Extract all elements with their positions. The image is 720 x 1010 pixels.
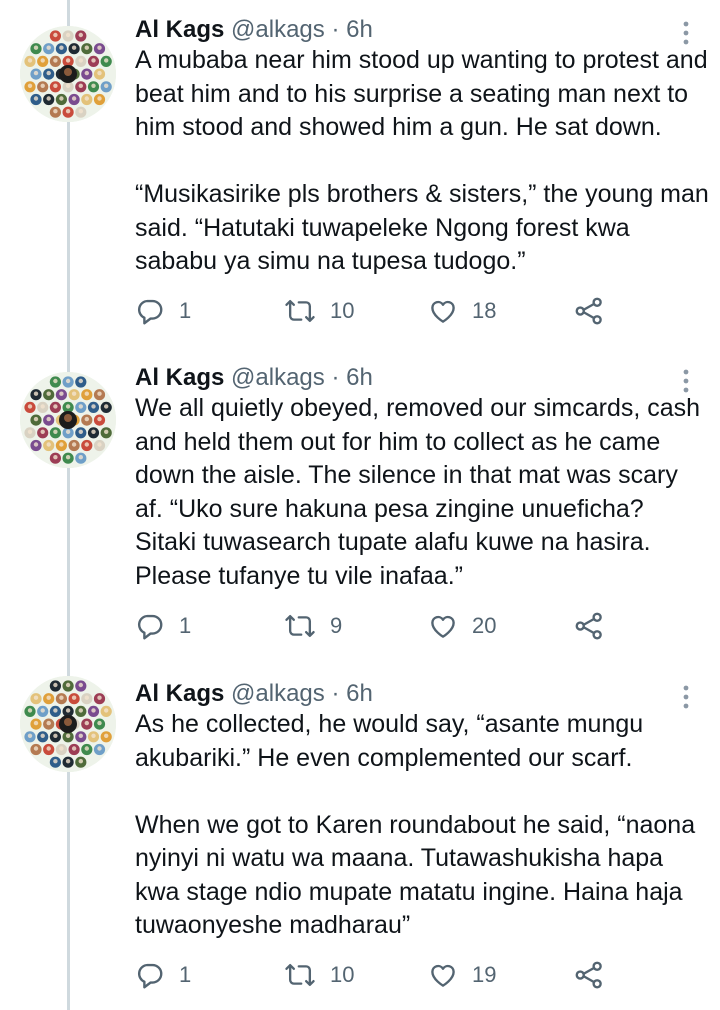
speech-bubble-icon	[135, 296, 165, 326]
author-name[interactable]: Al Kags	[135, 680, 224, 707]
separator-dot: ·	[331, 16, 340, 43]
tweet-paragraph: As he collected, he would say, “asante m…	[135, 710, 644, 772]
reply-button[interactable]: 1	[135, 958, 191, 992]
tweet-actions: 1 9 20	[0, 609, 720, 643]
tweet-actions: 1 10 19	[0, 958, 720, 992]
tweet-paragraph: We all quietly obeyed, removed our simca…	[135, 394, 701, 590]
like-button[interactable]: 18	[428, 294, 496, 328]
separator-dot: ·	[331, 680, 340, 707]
speech-bubble-icon	[135, 960, 165, 990]
reply-count: 1	[179, 962, 192, 987]
avatar[interactable]	[20, 26, 116, 122]
tweet-paragraph: When we got to Karen roundabout he said,…	[135, 810, 696, 940]
tweet-text: As he collected, he would say, “asante m…	[135, 708, 710, 943]
retweet-button[interactable]: 10	[284, 294, 354, 328]
heart-outline-icon	[428, 296, 458, 326]
share-button[interactable]	[574, 609, 604, 643]
retweet-arrows-icon	[284, 611, 316, 641]
author-handle[interactable]: @alkags	[231, 364, 325, 391]
reply-button[interactable]: 1	[135, 294, 191, 328]
timestamp[interactable]: 6h	[346, 364, 373, 391]
author-handle[interactable]: @alkags	[231, 680, 325, 707]
like-count: 18	[472, 298, 497, 323]
tweet-header: Al Kags @alkags · 6h	[135, 14, 373, 46]
retweet-count: 9	[330, 613, 343, 638]
heart-outline-icon	[428, 960, 458, 990]
tweet-header: Al Kags @alkags · 6h	[135, 678, 373, 710]
more-options-icon[interactable]	[676, 20, 696, 46]
more-options-icon[interactable]	[676, 684, 696, 710]
thread-connector-line	[67, 0, 70, 1010]
share-nodes-icon	[574, 296, 604, 326]
tweet-text: We all quietly obeyed, removed our simca…	[135, 392, 710, 593]
author-name[interactable]: Al Kags	[135, 364, 224, 391]
separator-dot: ·	[331, 364, 340, 391]
author-name[interactable]: Al Kags	[135, 16, 224, 43]
reply-button[interactable]: 1	[135, 609, 191, 643]
author-handle[interactable]: @alkags	[231, 16, 325, 43]
share-button[interactable]	[574, 294, 604, 328]
tweet-actions: 1 10 18	[0, 294, 720, 328]
retweet-count: 10	[330, 962, 355, 987]
like-count: 20	[472, 613, 497, 638]
timestamp[interactable]: 6h	[346, 680, 373, 707]
tweet-header: Al Kags @alkags · 6h	[135, 362, 373, 394]
retweet-button[interactable]: 10	[284, 958, 354, 992]
avatar[interactable]	[20, 676, 116, 772]
tweet-paragraph: “Musikasirike pls brothers & sisters,” t…	[135, 180, 709, 275]
more-options-icon[interactable]	[676, 368, 696, 394]
share-button[interactable]	[574, 958, 604, 992]
speech-bubble-icon	[135, 611, 165, 641]
retweet-button[interactable]: 9	[284, 609, 342, 643]
like-button[interactable]: 19	[428, 958, 496, 992]
avatar[interactable]	[20, 372, 116, 468]
timestamp[interactable]: 6h	[346, 16, 373, 43]
share-nodes-icon	[574, 611, 604, 641]
like-count: 19	[472, 962, 497, 987]
share-nodes-icon	[574, 960, 604, 990]
like-button[interactable]: 20	[428, 609, 496, 643]
tweet-paragraph: A mubaba near him stood up wanting to pr…	[135, 46, 708, 141]
tweet-text: A mubaba near him stood up wanting to pr…	[135, 44, 710, 279]
retweet-arrows-icon	[284, 960, 316, 990]
reply-count: 1	[179, 298, 192, 323]
reply-count: 1	[179, 613, 192, 638]
retweet-arrows-icon	[284, 296, 316, 326]
retweet-count: 10	[330, 298, 355, 323]
heart-outline-icon	[428, 611, 458, 641]
